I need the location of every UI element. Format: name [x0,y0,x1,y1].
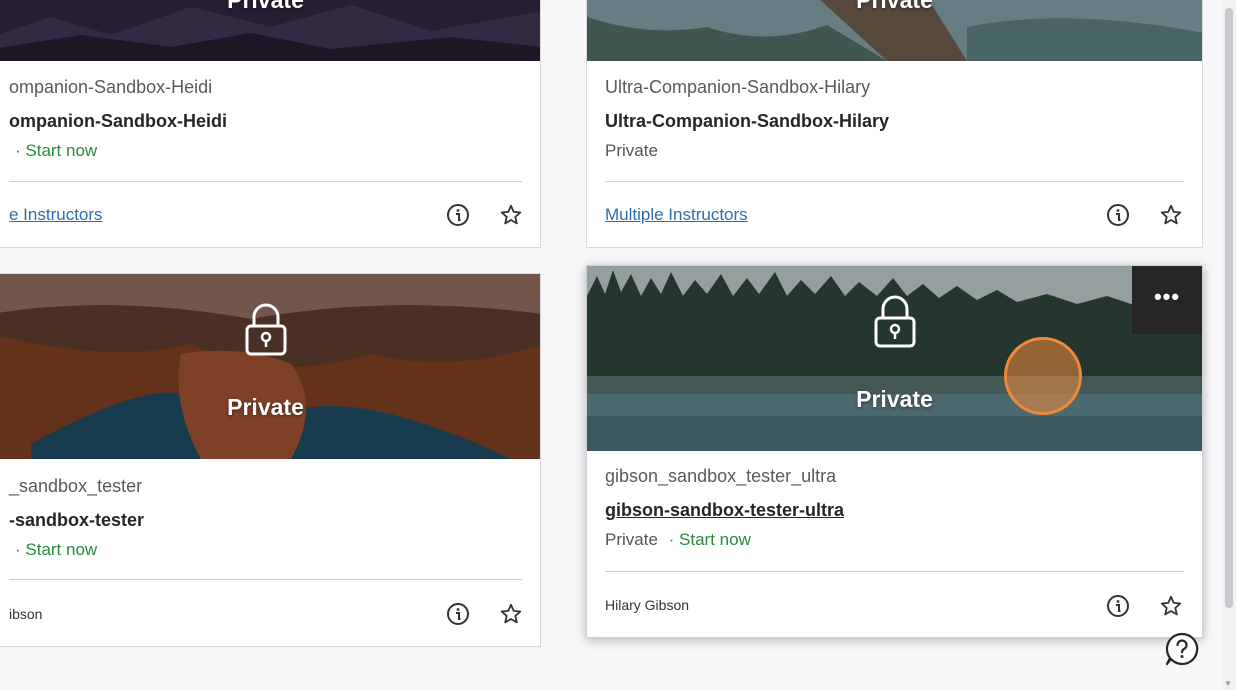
info-button[interactable] [1106,203,1130,227]
lock-icon [874,295,915,348]
course-name[interactable]: -sandbox-tester [9,510,522,531]
start-now-label: · Start now [15,141,98,160]
course-card[interactable]: Private ••• gibson_sandbox_tester_ultra … [586,265,1203,638]
favorite-button[interactable] [499,203,523,227]
help-icon [1165,632,1199,666]
star-icon [1160,595,1182,616]
course-id: ompanion-Sandbox-Heidi [9,77,213,97]
status-label: Private [605,141,658,160]
course-banner[interactable]: Private ••• [587,266,1202,451]
favorite-button[interactable] [1159,594,1183,618]
course-name[interactable]: ompanion-Sandbox-Heidi [9,111,522,132]
info-button[interactable] [446,602,470,626]
cursor-indicator [1004,337,1082,415]
info-icon [447,603,469,625]
course-id: _sandbox_tester [9,476,143,496]
scroll-down-arrow[interactable]: ▼ [1224,679,1232,688]
star-icon [500,204,522,225]
more-options-button[interactable]: ••• [1132,266,1202,334]
info-icon [447,204,469,226]
instructor-name: Hilary Gibson [605,597,690,613]
star-icon [1160,204,1182,225]
card-divider [9,181,522,182]
banner-label: Private [227,394,304,420]
course-status: · Start now [9,141,522,161]
course-status: Private [605,141,1184,161]
info-icon [1107,204,1129,226]
course-banner[interactable]: Private [587,0,1202,61]
info-button[interactable] [446,203,470,227]
info-icon [1107,595,1129,617]
instructor-name: ibson [9,606,43,622]
card-divider [605,181,1184,182]
course-name[interactable]: Ultra-Companion-Sandbox-Hilary [605,111,1184,132]
course-card[interactable]: Private Ultra-Companion-Sandbox-Hilary U… [586,0,1203,248]
start-now-label: · Start now [668,530,751,549]
lock-icon [245,303,286,356]
status-label: Private [605,530,658,549]
info-button[interactable] [1106,594,1130,618]
card-divider [605,571,1184,572]
banner-label: Private [856,386,933,412]
more-icon: ••• [1153,284,1181,309]
course-id: gibson_sandbox_tester_ultra [605,466,837,486]
course-name-link[interactable]: gibson-sandbox-tester-ultra [605,500,1184,521]
banner-label: Private [856,0,933,13]
course-id: Ultra-Companion-Sandbox-Hilary [605,77,871,97]
help-button[interactable] [1164,631,1200,667]
card-divider [9,579,522,580]
favorite-button[interactable] [499,602,523,626]
star-icon [500,603,522,624]
course-card[interactable]: Private _sandbox_tester -sandbox-tester … [0,273,541,647]
start-now-label: · Start now [15,540,98,559]
course-card[interactable]: Private ompanion-Sandbox-Heidi ompanion-… [0,0,541,248]
instructors-link[interactable]: Multiple Instructors [605,205,748,225]
course-status: · Start now [9,540,522,560]
favorite-button[interactable] [1159,203,1183,227]
course-banner[interactable]: Private [0,0,540,61]
page-scrollbar[interactable]: ▼ [1222,0,1236,690]
course-banner[interactable]: Private [0,274,540,459]
banner-label: Private [227,0,304,13]
instructors-link[interactable]: e Instructors [9,205,103,225]
course-status: Private · Start now [605,530,1184,550]
scrollbar-thumb[interactable] [1225,8,1233,608]
